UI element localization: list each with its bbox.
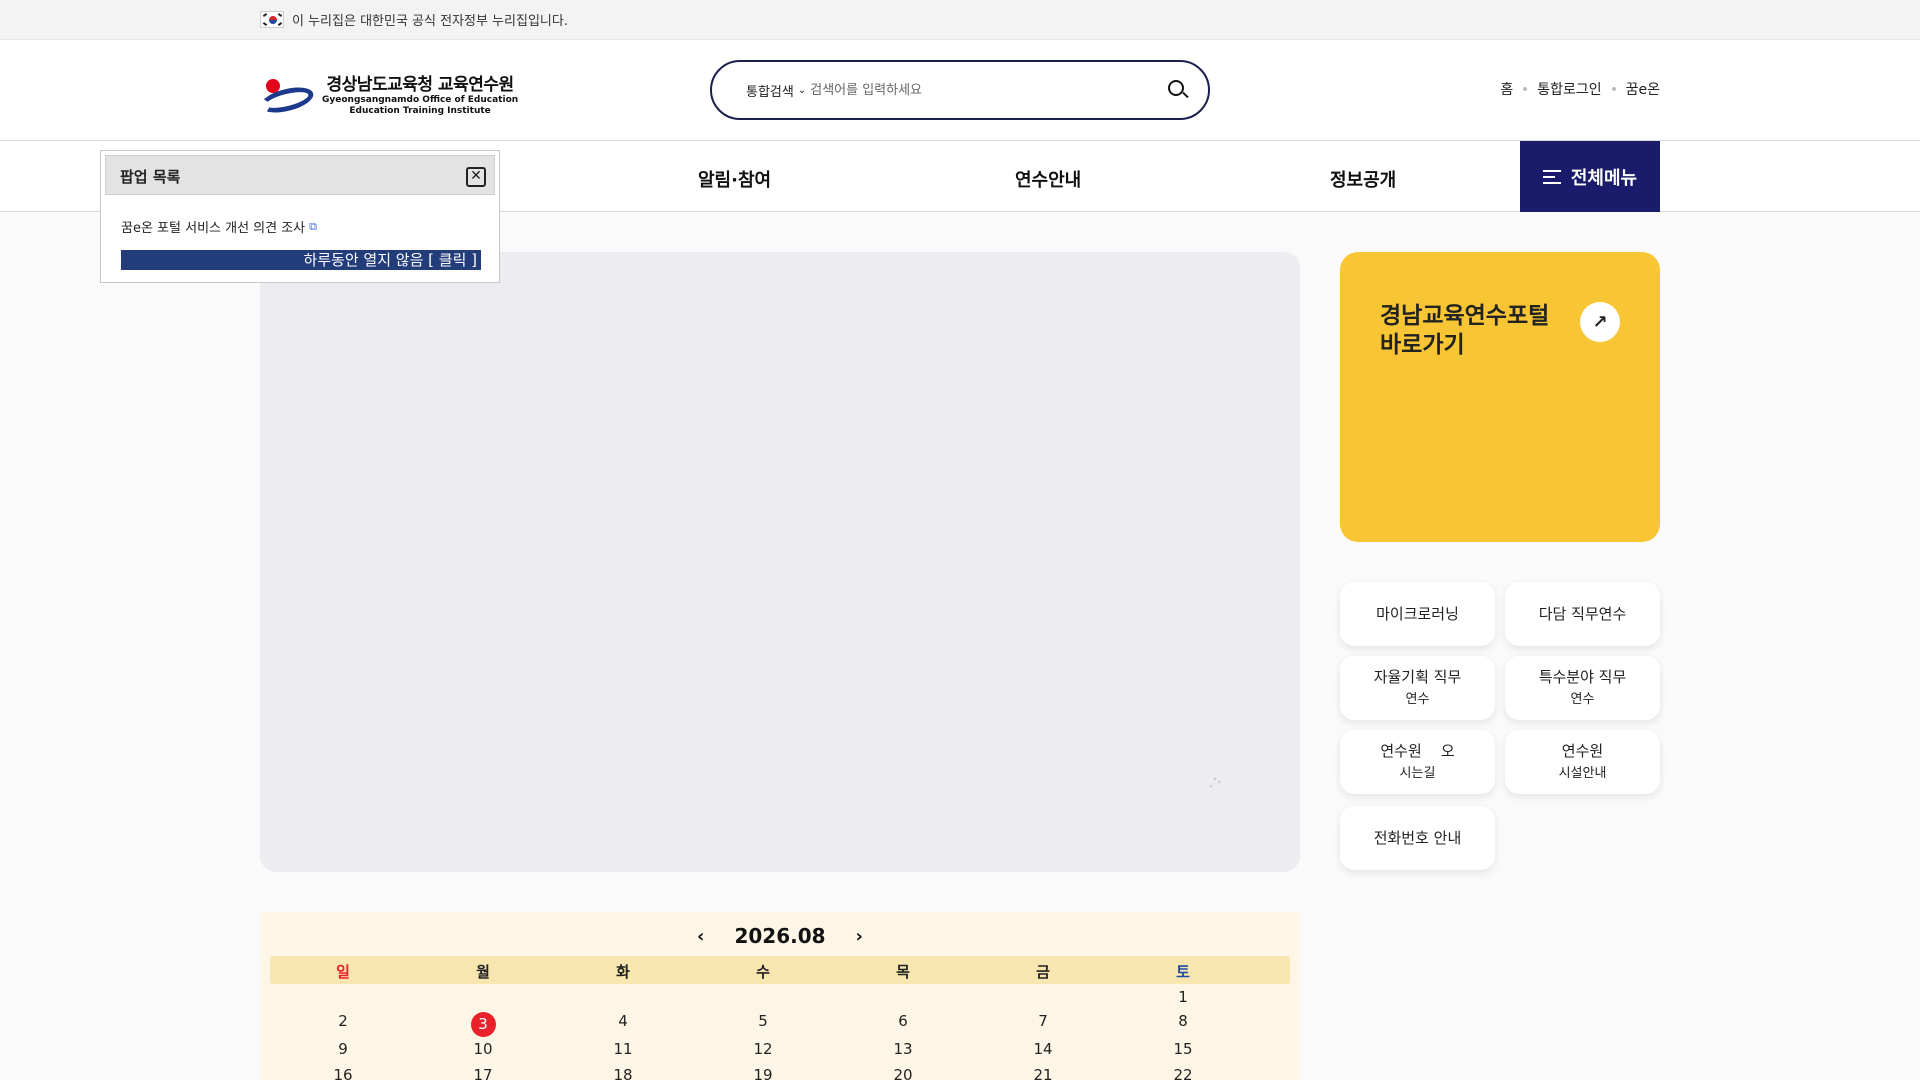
calendar-day[interactable]: 20 [833, 1066, 973, 1080]
logo-name-ko: 경상남도교육청 교육연수원 [326, 75, 515, 95]
calendar-day[interactable]: 15 [1113, 1040, 1253, 1058]
utility-links: 홈 통합로그인 꿈e온 [1500, 79, 1660, 99]
calendar-day[interactable]: 10 [413, 1040, 553, 1058]
calendar-day[interactable]: 6 [833, 1012, 973, 1030]
site-logo[interactable]: 경상남도교육청 교육연수원 Gyeongsangnamdo Office of … [258, 70, 518, 117]
search-icon[interactable] [1166, 78, 1190, 102]
main-visual-slider[interactable] [260, 252, 1300, 872]
util-link-login[interactable]: 통합로그인 [1537, 79, 1601, 99]
calendar-weekday-row: 일월화수목금토 [270, 956, 1290, 984]
calendar-day[interactable]: 13 [833, 1040, 973, 1058]
external-link-icon: ⧉ [309, 219, 317, 233]
calendar-day[interactable]: 17 [413, 1066, 553, 1080]
all-menu-button[interactable]: 전체메뉴 [1520, 141, 1660, 212]
quick-dadam-training-button[interactable]: 다담 직무연수 [1505, 582, 1660, 646]
loading-spinner-icon [1209, 777, 1221, 788]
header: 경상남도교육청 교육연수원 Gyeongsangnamdo Office of … [0, 40, 1920, 141]
calendar-day[interactable]: 2 [273, 1012, 413, 1030]
util-link-home[interactable]: 홈 [1500, 79, 1513, 99]
calendar-day[interactable]: 12 [693, 1040, 833, 1058]
calendar-day[interactable]: 9 [273, 1040, 413, 1058]
portal-card-title: 경남교육연수포털 바로가기 [1380, 303, 1550, 358]
calendar-weekday: 화 [616, 963, 630, 981]
hamburger-icon [1542, 169, 1561, 184]
popup-header: 팝업 목록 ✕ [105, 155, 495, 195]
calendar-day[interactable]: 8 [1113, 1012, 1253, 1030]
close-icon[interactable]: ✕ [466, 167, 486, 187]
all-menu-label: 전체메뉴 [1570, 167, 1638, 189]
gov-banner: 이 누리집은 대한민국 공식 전자정부 누리집입니다. [0, 0, 1920, 40]
calendar-day[interactable]: 18 [553, 1066, 693, 1080]
quick-microlearning-button[interactable]: 마이크로러닝 [1340, 582, 1495, 646]
calendar-day[interactable]: 21 [973, 1066, 1113, 1080]
calendar-weekday: 금 [1036, 963, 1050, 981]
calendar-day[interactable]: 5 [693, 1012, 833, 1030]
quick-self-planned-training-button[interactable]: 자율기획 직무 연수 [1340, 656, 1495, 720]
calendar-weekday: 일 [336, 963, 350, 981]
calendar-day[interactable]: 22 [1113, 1066, 1253, 1080]
popup-title: 팝업 목록 [120, 168, 181, 186]
search-scope-select[interactable]: 통합검색 ⌄ [746, 81, 806, 100]
calendar-day[interactable]: 3 [413, 1012, 553, 1037]
nav-item-training-info[interactable]: 연수안내 [1015, 166, 1081, 192]
calendar-day[interactable]: 7 [973, 1012, 1113, 1030]
calendar-weekday: 수 [756, 963, 770, 981]
separator-dot [1611, 87, 1616, 91]
not-today-button[interactable]: 하루동안 열지 않음 [ 클릭 ] [121, 250, 481, 270]
nav-item-notice[interactable]: 알림·참여 [698, 166, 771, 192]
search-bar: 통합검색 ⌄ [710, 60, 1210, 120]
search-input[interactable] [810, 82, 1141, 98]
calendar-weekday: 월 [476, 963, 490, 981]
calendar-prev-button[interactable]: ‹ [697, 926, 704, 947]
korea-flag-icon [260, 11, 284, 28]
separator-dot [1523, 87, 1528, 91]
popup-list-window: 팝업 목록 ✕ 꿈e온 포털 서비스 개선 의견 조사 ⧉ 하루동안 열지 않음… [100, 150, 500, 283]
calendar-today-marker: 3 [470, 1012, 496, 1037]
gov-banner-text: 이 누리집은 대한민국 공식 전자정부 누리집입니다. [292, 14, 568, 29]
calendar-next-button[interactable]: › [856, 926, 863, 947]
calendar-day[interactable]: 1 [1113, 988, 1253, 1006]
nav-item-info-disclosure[interactable]: 정보공개 [1330, 166, 1396, 192]
quick-phone-directory-button[interactable]: 전화번호 안내 [1340, 806, 1495, 870]
calendar-day[interactable]: 16 [273, 1066, 413, 1080]
calendar-month: 2026.08 [734, 924, 826, 948]
chevron-down-icon: ⌄ [797, 84, 807, 96]
calendar-weekday: 토 [1176, 963, 1190, 981]
quick-facilities-button[interactable]: 연수원 시설안내 [1505, 730, 1660, 794]
logo-emblem-icon [258, 75, 316, 117]
logo-name-en-1: Gyeongsangnamdo Office of Education [322, 95, 519, 105]
popup-survey-link[interactable]: 꿈e온 포털 서비스 개선 의견 조사 ⧉ [121, 217, 317, 237]
calendar-weekday: 목 [896, 963, 910, 981]
calendar-day[interactable]: 11 [553, 1040, 693, 1058]
quick-special-field-training-button[interactable]: 특수분야 직무 연수 [1505, 656, 1660, 720]
calendar-day[interactable]: 14 [973, 1040, 1113, 1058]
calendar: ‹ 2026.08 › 일월화수목금토 1 2 3 4 5 6 7 8 9 10 11 12 13 14 1… [260, 912, 1300, 1080]
training-portal-card[interactable]: 경남교육연수포털 바로가기 ↗ [1340, 252, 1660, 542]
arrow-up-right-icon[interactable]: ↗ [1580, 302, 1620, 342]
quick-directions-button[interactable]: 연수원 오 시는길 [1340, 730, 1495, 794]
logo-name-en-2: Education Training Institute [349, 106, 491, 116]
util-link-dreameon[interactable]: 꿈e온 [1626, 79, 1660, 99]
calendar-day[interactable]: 19 [693, 1066, 833, 1080]
calendar-day[interactable]: 4 [553, 1012, 693, 1030]
